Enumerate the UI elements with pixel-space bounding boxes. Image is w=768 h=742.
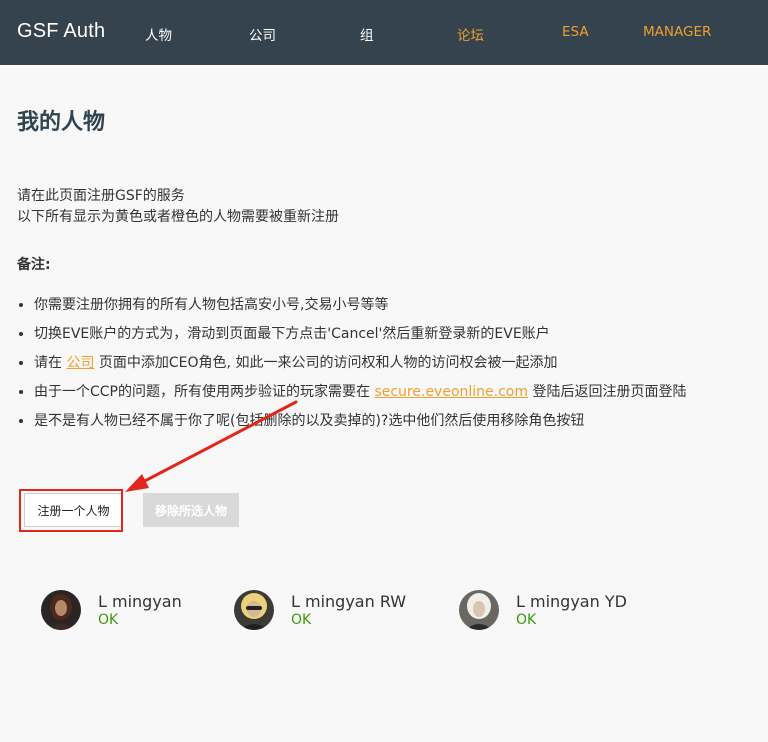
nav-item-manager[interactable]: MANAGER — [643, 24, 711, 40]
brand-logo[interactable]: GSF Auth — [17, 20, 105, 43]
intro-line-2: 以下所有显示为黄色或者橙色的人物需要被重新注册 — [17, 209, 339, 225]
note-item: 切换EVE账户的方式为，滑动到页面最下方点击'Cancel'然后重新登录新的EV… — [34, 320, 768, 349]
character-name: L mingyan RW — [291, 592, 407, 611]
notes-heading: 备注: — [17, 257, 51, 273]
character-status: OK — [516, 612, 537, 628]
note-text-before: 由于一个CCP的问题，所有使用两步验证的玩家需要在 — [34, 384, 375, 400]
nav-item-forum[interactable]: 论坛 — [457, 24, 484, 44]
character-status: OK — [291, 612, 312, 628]
intro-text: 请在此页面注册GSF的服务 以下所有显示为黄色或者橙色的人物需要被重新注册 — [17, 186, 339, 228]
note-text: 是不是有人物已经不属于你了呢(包括删除的以及卖掉的)?选中他们然后使用移除角色按… — [34, 413, 585, 429]
note-item: 由于一个CCP的问题，所有使用两步验证的玩家需要在 secure.eveonli… — [34, 378, 768, 407]
nav-item-characters[interactable]: 人物 — [145, 24, 172, 44]
note-item: 是不是有人物已经不属于你了呢(包括删除的以及卖掉的)?选中他们然后使用移除角色按… — [34, 407, 768, 436]
notes-list: 你需要注册你拥有的所有人物包括高安小号,交易小号等等 切换EVE账户的方式为，滑… — [17, 291, 768, 436]
note-item: 请在 公司 页面中添加CEO角色, 如此一来公司的访问权和人物的访问权会被一起添… — [34, 349, 768, 378]
character-name: L mingyan YD — [516, 592, 627, 611]
character-portrait — [41, 590, 81, 630]
note-text: 切换EVE账户的方式为，滑动到页面最下方点击'Cancel'然后重新登录新的EV… — [34, 326, 550, 342]
character-name: L mingyan — [98, 592, 182, 611]
page-title: 我的人物 — [17, 110, 106, 135]
top-navbar: GSF Auth 人物 公司 组 论坛 ESA MANAGER — [0, 0, 768, 65]
remove-selected-button[interactable]: 移除所选人物 — [143, 493, 239, 527]
secure-eveonline-link[interactable]: secure.eveonline.com — [374, 384, 528, 400]
nav-item-corporations[interactable]: 公司 — [249, 24, 276, 44]
add-character-button[interactable]: 注册一个人物 — [24, 493, 123, 527]
character-portrait — [234, 590, 274, 630]
nav-item-esa[interactable]: ESA — [562, 24, 589, 40]
note-text: 你需要注册你拥有的所有人物包括高安小号,交易小号等等 — [34, 297, 389, 313]
note-text-before: 请在 — [34, 355, 67, 371]
note-item: 你需要注册你拥有的所有人物包括高安小号,交易小号等等 — [34, 291, 768, 320]
character-status: OK — [98, 612, 119, 628]
note-text-after: 页面中添加CEO角色, 如此一来公司的访问权和人物的访问权会被一起添加 — [94, 355, 558, 371]
corporations-link[interactable]: 公司 — [66, 355, 94, 371]
intro-line-1: 请在此页面注册GSF的服务 — [17, 188, 185, 204]
nav-item-groups[interactable]: 组 — [360, 24, 374, 44]
character-portrait — [459, 590, 499, 630]
note-text-after: 登陆后返回注册页面登陆 — [528, 384, 687, 400]
